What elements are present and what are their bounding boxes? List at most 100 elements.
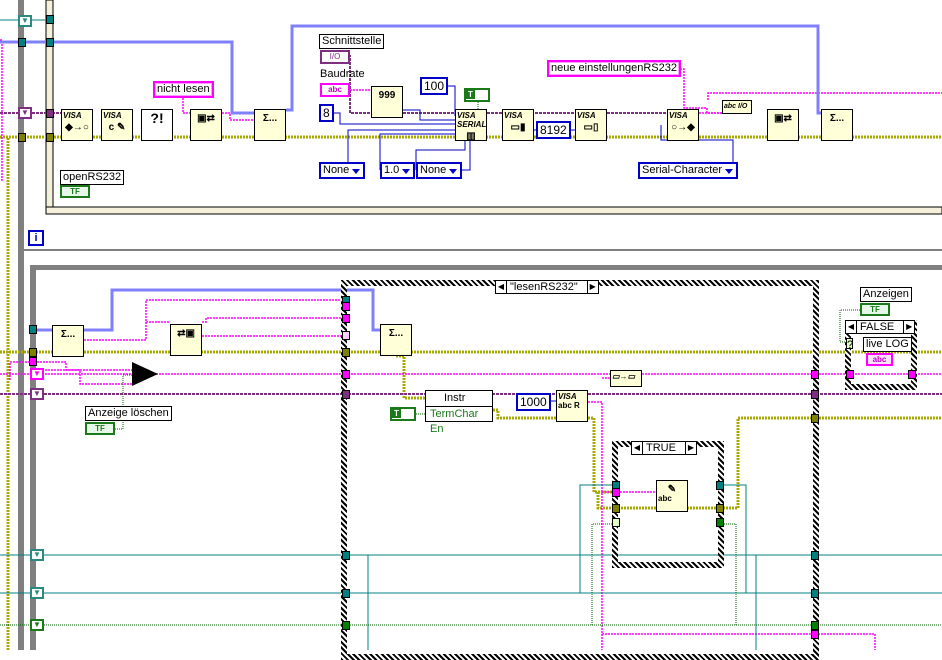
string-to-number-node[interactable]: 999 bbox=[371, 86, 403, 118]
serial-port-icon: ▥ bbox=[466, 131, 476, 141]
enqueue-element-icon: Σ... bbox=[829, 113, 845, 124]
outer-loop-border bbox=[18, 0, 24, 650]
tunnel-bool bbox=[342, 621, 350, 630]
buffer-size-constant[interactable]: 8192 bbox=[536, 121, 571, 139]
nicht-lesen-constant[interactable]: nicht lesen bbox=[153, 81, 214, 98]
clear-errors-node[interactable]: ?! bbox=[141, 109, 173, 141]
tunnel-teal bbox=[342, 551, 350, 560]
tunnel-string bbox=[342, 370, 350, 379]
visa-enable-event-icon: ○→◆ bbox=[671, 122, 695, 133]
stopbits-ring[interactable]: 1.0 bbox=[380, 162, 416, 179]
bundle-by-name-node[interactable]: ▣⇄ bbox=[190, 109, 222, 141]
tunnel-string bbox=[342, 302, 350, 311]
visa-set-buffer-node[interactable]: VISA ▭▮ bbox=[502, 109, 534, 141]
select-icon[interactable] bbox=[132, 362, 158, 386]
baudrate-terminal[interactable]: abc bbox=[320, 83, 350, 97]
schnittstelle-terminal[interactable]: I/O bbox=[320, 50, 350, 64]
tunnel-bool bbox=[716, 518, 724, 527]
shift-register-icon: ▼ bbox=[30, 549, 44, 561]
tunnel-queue bbox=[29, 325, 37, 334]
tunnel-error bbox=[29, 348, 37, 357]
tunnel-visa bbox=[811, 390, 819, 399]
shift-register-icon: ▼ bbox=[18, 15, 32, 27]
concatenate-strings-node[interactable]: ▭→▭ bbox=[610, 370, 642, 387]
concatenate-icon: ▭→▭ bbox=[612, 372, 636, 381]
visa-close-node[interactable]: VISA ◆→○ bbox=[61, 109, 93, 141]
visa-enable-event-node[interactable]: VISA ○→◆ bbox=[667, 109, 699, 141]
shift-register-icon: ▼ bbox=[30, 388, 44, 400]
open-rs232-terminal[interactable]: TF bbox=[60, 185, 90, 198]
lower-loop-top-border bbox=[30, 265, 942, 270]
databits-constant[interactable]: 8 bbox=[319, 104, 334, 122]
timeout-constant[interactable]: 100 bbox=[420, 77, 449, 95]
flow-control-ring[interactable]: None bbox=[416, 162, 463, 179]
unbundle-by-name-node[interactable]: ⇄▣ bbox=[170, 324, 202, 356]
bundle-by-name-icon: ▣⇄ bbox=[197, 113, 215, 124]
tunnel-error bbox=[18, 133, 26, 142]
visa-configure-serial-node[interactable]: VISA SERIAL ▥ bbox=[455, 109, 487, 141]
iteration-terminal: i bbox=[28, 230, 44, 246]
case-selector-log[interactable]: ◀ FALSE ▶ bbox=[845, 320, 916, 334]
dequeue-node[interactable]: Σ... bbox=[52, 325, 84, 357]
shift-register-icon: ▼ bbox=[30, 587, 44, 599]
shift-register-icon: ▼ bbox=[30, 619, 44, 631]
bundle-by-name-node[interactable]: ▣⇄ bbox=[767, 109, 799, 141]
open-rs232-label: openRS232 bbox=[60, 170, 125, 185]
visa-read-node[interactable]: VISA abc R bbox=[556, 390, 588, 422]
property-termchar[interactable]: TermChar En bbox=[426, 407, 492, 437]
tunnel-bool bbox=[811, 621, 819, 630]
neue-einstellungen-constant[interactable]: neue einstellungenRS232 bbox=[547, 60, 681, 77]
tunnel-string bbox=[811, 370, 819, 379]
shift-register-icon: ▼ bbox=[18, 107, 32, 119]
tunnel-visa bbox=[46, 109, 54, 118]
read-count-constant[interactable]: 1000 bbox=[516, 393, 551, 411]
tunnel-teal bbox=[811, 551, 819, 560]
inner-case-selector-terminal bbox=[612, 518, 620, 527]
case-selector-main[interactable]: ◀ "lesenRS232" ▶ bbox=[495, 280, 599, 294]
tunnel-error bbox=[811, 414, 819, 423]
write-to-file-node[interactable]: ✎ abc bbox=[656, 480, 688, 512]
tunnel-teal bbox=[811, 589, 819, 598]
case-selector-terminal bbox=[342, 331, 350, 340]
visa-set-buffer-icon: ▭▮ bbox=[510, 122, 526, 133]
string-to-io-node[interactable]: abc I/O bbox=[722, 100, 752, 114]
parity-ring[interactable]: None bbox=[319, 162, 366, 179]
enqueue-element-icon: Σ... bbox=[388, 328, 404, 339]
enqueue-node[interactable]: Σ... bbox=[821, 109, 853, 141]
string-to-io-icon: abc I/O bbox=[724, 103, 748, 110]
tunnel-string bbox=[29, 357, 37, 366]
anzeige-loeschen-label: Anzeige löschen bbox=[85, 406, 172, 421]
tunnel-string bbox=[811, 630, 819, 639]
top-frame-left-border bbox=[45, 0, 54, 215]
unbundle-by-name-icon: ⇄▣ bbox=[177, 328, 195, 339]
tunnel-error bbox=[342, 348, 350, 357]
enqueue-node[interactable]: Σ... bbox=[380, 324, 412, 356]
visa-flush-buffer-node[interactable]: VISA ▭▯ bbox=[575, 109, 607, 141]
anzeigen-terminal[interactable]: TF bbox=[860, 303, 890, 316]
case-structure-main bbox=[341, 280, 819, 660]
property-node[interactable]: Instr TermChar En bbox=[425, 390, 493, 435]
shift-register-icon: ▼ bbox=[30, 368, 44, 380]
anzeige-loeschen-terminal[interactable]: TF bbox=[85, 422, 115, 435]
tunnel-teal bbox=[716, 481, 724, 490]
live-log-terminal[interactable]: abc bbox=[866, 353, 893, 366]
visa-flush-buffer-icon: ▭▯ bbox=[583, 122, 599, 133]
true-constant[interactable]: T bbox=[390, 407, 416, 421]
property-class: Instr bbox=[426, 391, 492, 407]
case-selector-inner[interactable]: ◀ TRUE ▶ bbox=[631, 441, 697, 455]
true-constant[interactable]: T bbox=[464, 88, 490, 102]
anzeigen-label: Anzeigen bbox=[860, 287, 912, 302]
schnittstelle-label: Schnittstelle bbox=[319, 34, 385, 49]
tunnel-queue bbox=[46, 38, 54, 47]
dequeue-element-icon: Σ... bbox=[60, 329, 76, 340]
enqueue-node[interactable]: Σ... bbox=[254, 109, 286, 141]
tunnel-error bbox=[716, 504, 724, 513]
clear-errors-icon: ?! bbox=[150, 110, 164, 126]
visa-close-icon: ◆→○ bbox=[65, 122, 89, 133]
log-case-selector-terminal: ? bbox=[846, 338, 854, 351]
visa-clear-node[interactable]: VISA c ✎ bbox=[101, 109, 133, 141]
bundle-by-name-icon: ▣⇄ bbox=[774, 113, 792, 124]
event-type-ring[interactable]: Serial-Character bbox=[638, 162, 739, 179]
enqueue-element-icon: Σ... bbox=[262, 113, 278, 124]
tunnel-queue bbox=[18, 38, 26, 47]
